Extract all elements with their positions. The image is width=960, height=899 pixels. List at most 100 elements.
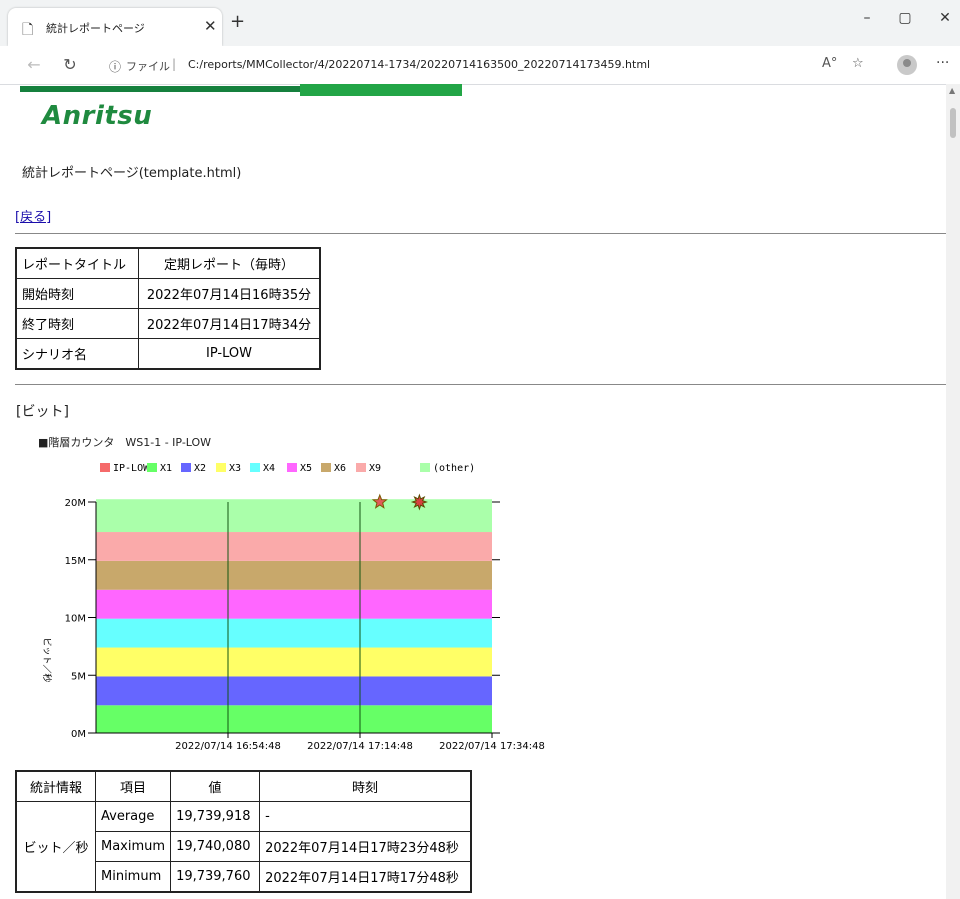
stat-group-label: ビット／秒 [15,801,96,893]
legend-label: X5 [300,463,313,474]
info-value: 2022年07月14日17時34分 [138,308,321,339]
anritsu-logo: Anritsu [42,101,153,131]
area-band-x3 [96,647,492,677]
stat-item: Average [94,801,172,832]
info-label: シナリオ名 [15,338,139,370]
area-band-x6 [96,560,492,590]
y-tick-label: 0M [71,729,86,740]
x-tick-label: 2022/07/14 17:14:48 [307,741,413,752]
scroll-up-icon[interactable]: ▲ [949,86,955,95]
maximize-icon[interactable]: ▢ [890,10,920,26]
y-tick-label: 10M [65,614,86,625]
logo-stripe-accent [300,84,462,96]
legend-swatch [100,463,110,472]
browser-tab[interactable]: 🗋 統計レポートページ ✕ [8,8,222,46]
address-bar: ← ↻ ⓘ ファイル | C:/reports/MMCollector/4/20… [0,46,960,85]
profile-avatar-icon[interactable] [897,55,917,75]
legend-swatch [216,463,226,472]
divider [15,233,947,234]
table-row: ビット／秒 Average 19,739,918 - [15,801,472,893]
area-band-x9 [96,532,492,561]
area-band-x5 [96,589,492,619]
area-band-x4 [96,618,492,648]
page-icon: 🗋 [22,22,34,38]
table-row: シナリオ名 IP-LOW [15,338,321,370]
legend-label: (other) [433,463,476,474]
legend-item: X2 [181,463,206,474]
back-arrow-icon[interactable]: ← [22,55,46,74]
info-label: 開始時刻 [15,278,139,309]
legend-item: X3 [216,463,241,474]
url-scheme-label: ファイル [126,60,170,73]
legend-label: X2 [194,463,207,474]
legend-item: X6 [321,463,346,474]
info-value: 定期レポート（毎時） [138,247,321,279]
more-menu-icon[interactable]: ··· [936,55,949,71]
legend-swatch [356,463,366,472]
new-tab-icon[interactable]: + [230,11,245,32]
maximum-marker [410,493,428,511]
legend-swatch [181,463,191,472]
stat-value: 19,739,760 [170,861,261,893]
url-field[interactable]: C:/reports/MMCollector/4/20220714-1734/2… [188,58,650,71]
page-viewport: Anritsu 統計レポートページ(template.html) [戻る] レポ… [0,84,960,899]
window-close-icon[interactable]: ✕ [930,10,960,26]
legend-item: X5 [287,463,312,474]
legend-swatch [420,463,430,472]
column-header: 統計情報 [15,770,96,802]
legend-label: X4 [263,463,276,474]
back-link[interactable]: [戻る] [15,206,51,225]
minimize-icon[interactable]: – [852,10,882,26]
column-header: 値 [170,770,261,802]
legend-swatch [287,463,297,472]
table-row: レポートタイトル 定期レポート（毎時） [15,247,321,279]
x-tick-label: 2022/07/14 16:54:48 [175,741,281,752]
legend-item: X4 [250,463,275,474]
stacked-area-chart: 0M 5M 10M 15M 20M 2022/07/14 16:54:48 2022/07/… [41,493,545,752]
legend-item: X1 [147,463,172,474]
scrollbar-thumb[interactable] [950,108,956,138]
info-icon[interactable]: ⓘ [109,58,121,75]
stat-value: 19,740,080 [170,831,261,862]
logo-stripe [20,86,320,92]
reload-icon[interactable]: ↻ [58,55,82,74]
legend-label: X1 [160,463,173,474]
legend-label: X6 [334,463,347,474]
legend-swatch [250,463,260,472]
url-separator: | [172,57,177,71]
y-tick-label: 20M [65,498,86,509]
stat-time: 2022年07月14日17時23分48秒 [259,831,472,862]
favorite-icon[interactable]: ☆ [852,56,864,71]
info-value: 2022年07月14日16時35分 [138,278,321,309]
legend-label: X9 [369,463,382,474]
table-header-row: 統計情報 項目 値 時刻 [15,770,472,802]
stat-item: Maximum [94,831,172,862]
table-row: 終了時刻 2022年07月14日17時34分 [15,308,321,339]
y-tick-label: 15M [65,556,86,567]
divider [15,384,947,385]
stats-table: 統計情報 項目 値 時刻 ビット／秒 Average 19,739,918 - … [15,770,473,893]
close-tab-icon[interactable]: ✕ [204,17,217,35]
stat-time: 2022年07月14日17時17分48秒 [259,861,472,893]
area-band-other [96,499,492,533]
column-header: 項目 [94,770,172,802]
tab-title: 統計レポートページ [46,22,145,35]
stat-item: Minimum [94,861,172,893]
area-band-x1 [96,705,492,733]
x-tick-label: 2022/07/14 17:34:48 [439,741,545,752]
table-row: 開始時刻 2022年07月14日16時35分 [15,278,321,309]
chart-heading: ■階層カウンタ WS1-1 - IP-LOW [38,436,212,449]
legend-item: X9 [356,463,381,474]
y-axis-label: ビット／秒 [41,638,53,683]
vertical-scrollbar[interactable]: ▲ [946,84,960,899]
area-band-x2 [96,676,492,706]
legend-item: IP-LOW [100,463,149,474]
tab-bar: 🗋 統計レポートページ ✕ + – ▢ ✕ [0,0,960,46]
info-value: IP-LOW [138,338,321,370]
read-aloud-icon[interactable]: A° [822,56,837,71]
column-header: 時刻 [259,770,472,802]
report-info-table: レポートタイトル 定期レポート（毎時） 開始時刻 2022年07月14日16時3… [15,247,321,370]
legend-swatch [321,463,331,472]
page-title: 統計レポートページ(template.html) [22,166,242,181]
legend-swatch [147,463,157,472]
